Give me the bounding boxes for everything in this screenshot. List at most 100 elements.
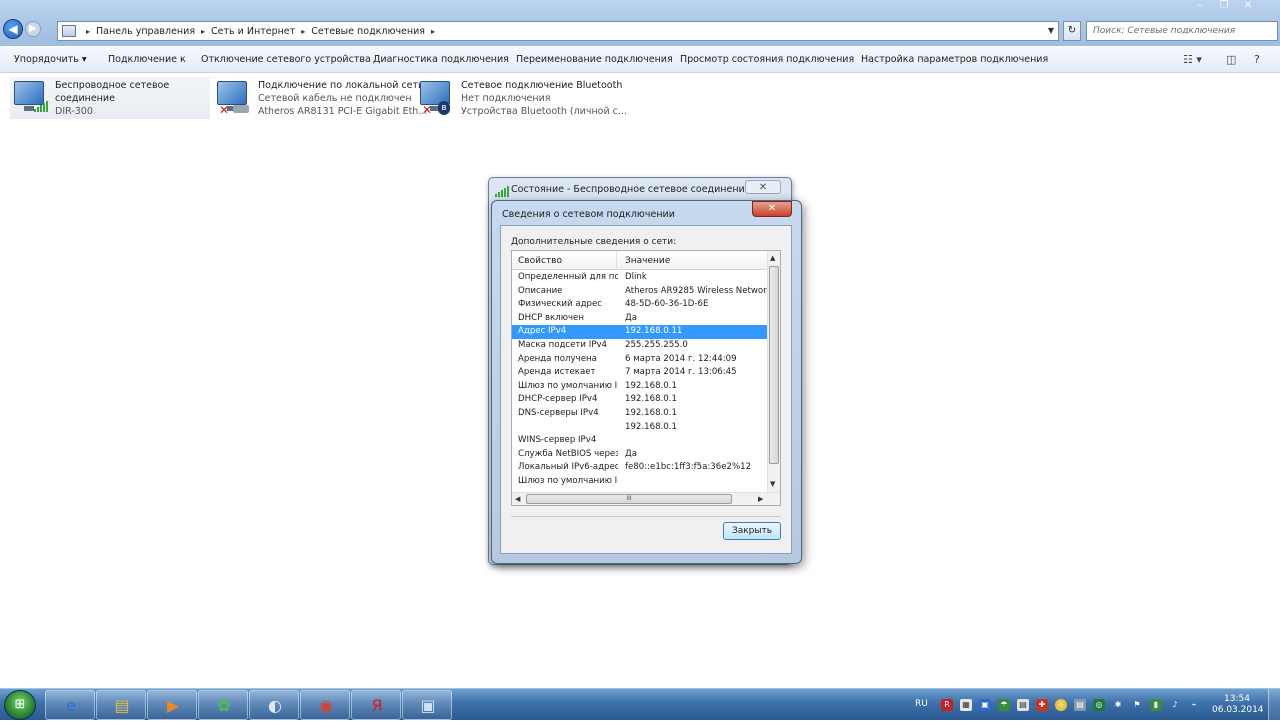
rename-button[interactable]: Переименование подключения [516,54,673,65]
tray-app-icon[interactable]: ▣ [979,699,991,711]
breadcrumb-control-panel[interactable]: Панель управления [96,26,195,37]
table-row[interactable]: Локальный IPv6-адрес... fe80::e1bc:1ff3:f… [512,461,768,475]
table-row[interactable]: Маска подсети IPv4 255.255.255.0 [512,339,768,353]
column-header-property[interactable]: Свойство [518,256,562,266]
close-window-button[interactable]: ✕ [1236,0,1260,14]
vertical-scrollbar[interactable]: ▲ ▼ [767,251,780,493]
forward-arrow-icon[interactable]: ▶ [25,21,41,37]
table-row[interactable]: Шлюз по умолчанию IP... 192.168.0.1 [512,380,768,394]
breadcrumb-network-connections[interactable]: Сетевые подключения [311,26,425,37]
table-row[interactable]: Аренда истекает 7 марта 2014 г. 13:06:45 [512,366,768,380]
table-row[interactable]: Физический адрес 48-5D-60-36-1D-6E [512,298,768,312]
table-row[interactable]: 192.168.0.1 [512,421,768,435]
refresh-icon[interactable]: ↻ [1063,21,1081,41]
list-header: Свойство Значение [512,251,768,270]
window-titlebar: – ❐ ✕ ◀ ▶ ▸ Панель управления ▸ Сеть и И… [0,0,1280,46]
view-status-button[interactable]: Просмотр состояния подключения [680,54,854,65]
taskbar-app-button[interactable]: ▣ [402,690,452,720]
disable-device-button[interactable]: Отключение сетевого устройства [201,54,371,65]
table-row[interactable]: Аренда получена 6 марта 2014 г. 12:44:09 [512,353,768,367]
scroll-down-icon[interactable]: ▼ [770,480,775,488]
tray-app-icon[interactable]: ✚ [1036,699,1048,711]
tray-app-icon[interactable]: R [941,699,953,711]
tray-app-icon[interactable]: ▦ [960,699,972,711]
table-row[interactable]: Служба NetBIOS через... Да [512,448,768,462]
windows-start-icon[interactable]: ⊞ [4,690,36,720]
close-button[interactable]: Закрыть [723,522,781,540]
taskbar-app-button[interactable]: e [45,690,95,720]
column-divider[interactable] [616,251,617,270]
network-connections-icon: ▣ [420,696,436,715]
diagnose-button[interactable]: Диагностика подключения [373,54,509,65]
chevron-right-icon[interactable]: ▸ [301,27,305,36]
row-value: Да [625,448,637,459]
scroll-right-icon[interactable]: ▶ [758,495,763,503]
connection-wireless[interactable]: Беспроводное сетевое соединение DIR-300 [10,77,210,119]
chevron-right-icon[interactable]: ▸ [86,27,90,36]
power-icon[interactable]: ⌁ [1188,699,1200,711]
volume-icon[interactable]: ♪ [1169,699,1181,711]
taskbar-app-button[interactable]: ▤ [96,690,146,720]
bluetooth-icon[interactable]: ✱ [1112,699,1124,711]
table-row[interactable]: WINS-сервер IPv4 [512,434,768,448]
address-dropdown-icon[interactable]: ▼ [1048,26,1054,35]
show-desktop-button[interactable] [1268,689,1280,721]
horizontal-scroll-thumb[interactable]: III [526,494,732,504]
vertical-scroll-thumb[interactable] [769,266,779,464]
table-row[interactable]: Адрес IPv4 192.168.0.11 [512,325,768,339]
connection-text: Подключение по локальной сети Сетевой ка… [258,79,427,118]
preview-pane-icon[interactable]: ◫ [1226,53,1236,66]
breadcrumb-network-internet[interactable]: Сеть и Интернет [211,26,295,37]
horizontal-scrollbar[interactable]: ◀ III ▶ [512,492,780,505]
change-settings-button[interactable]: Настройка параметров подключения [861,54,1048,65]
connection-name: Беспроводное сетевое [55,80,170,91]
taskbar-app-button[interactable]: Я [351,690,401,720]
connection-status: Сетевой кабель не подключен [258,93,412,104]
connection-lan[interactable]: ✕ Подключение по локальной сети Сетевой … [213,77,427,119]
connect-to-button[interactable]: Подключение к [108,54,186,65]
table-row[interactable]: DHCP включен Да [512,312,768,326]
taskbar-app-button[interactable]: ▶ [147,690,197,720]
back-arrow-icon[interactable]: ◀ [3,19,23,39]
status-dialog-close-button[interactable]: ✕ [745,180,781,194]
table-row[interactable]: DHCP-сервер IPv4 192.168.0.1 [512,393,768,407]
chevron-right-icon[interactable]: ▸ [201,27,205,36]
signal-strength-icon [34,101,48,112]
maximize-button[interactable]: ❐ [1212,0,1236,14]
search-input[interactable]: Поиск: Сетевые подключения [1086,21,1278,41]
connection-text: Беспроводное сетевое соединение DIR-300 [55,79,169,118]
language-indicator[interactable]: RU [915,699,928,709]
row-property: Маска подсети IPv4 [518,339,608,350]
tray-app-icon[interactable]: ▤ [1017,699,1029,711]
table-row[interactable]: Шлюз по умолчанию IP... [512,475,768,489]
taskbar-app-button[interactable]: ✿ [198,690,248,720]
table-row[interactable]: Определенный для по... Dlink [512,271,768,285]
tray-app-icon[interactable]: ▤ [1074,699,1086,711]
table-row[interactable]: DNS-серверы IPv4 192.168.0.1 [512,407,768,421]
column-header-value[interactable]: Значение [625,256,670,266]
address-bar[interactable]: ▸ Панель управления ▸ Сеть и Интернет ▸ … [57,21,1059,41]
row-property: Аренда получена [518,353,597,364]
minimize-button[interactable]: – [1188,0,1212,14]
details-dialog-close-x-button[interactable]: ✕ [752,201,792,217]
connection-bluetooth[interactable]: ✕ ʙ Сетевое подключение Bluetooth Нет по… [416,77,627,119]
tray-app-icon[interactable]: ☂ [998,699,1010,711]
tray-app-icon[interactable]: ☼ [1055,699,1067,711]
taskbar-app-button[interactable]: ◐ [249,690,299,720]
disconnected-x-icon: ✕ [422,103,433,117]
table-row[interactable]: Описание Atheros AR9285 Wireless Network … [512,285,768,299]
row-value: 192.168.0.1 [625,394,677,405]
tray-app-icon[interactable]: ◎ [1093,699,1105,711]
view-options-icon[interactable]: ☷ ▾ [1183,53,1202,66]
help-icon[interactable]: ? [1254,53,1260,66]
taskbar-app-button[interactable]: ◉ [300,690,350,720]
row-property: Адрес IPv4 [518,326,567,337]
scroll-up-icon[interactable]: ▲ [770,254,775,262]
network-signal-icon[interactable]: ▮ [1150,699,1162,711]
chevron-right-icon[interactable]: ▸ [431,27,435,36]
scroll-left-icon[interactable]: ◀ [515,495,520,503]
organize-button[interactable]: Упорядочить ▾ [14,54,87,65]
details-list[interactable]: Свойство Значение Определенный для по...… [511,250,781,506]
flag-icon[interactable]: ⚑ [1131,699,1143,711]
clock[interactable]: 13:54 06.03.2014 [1212,694,1264,716]
